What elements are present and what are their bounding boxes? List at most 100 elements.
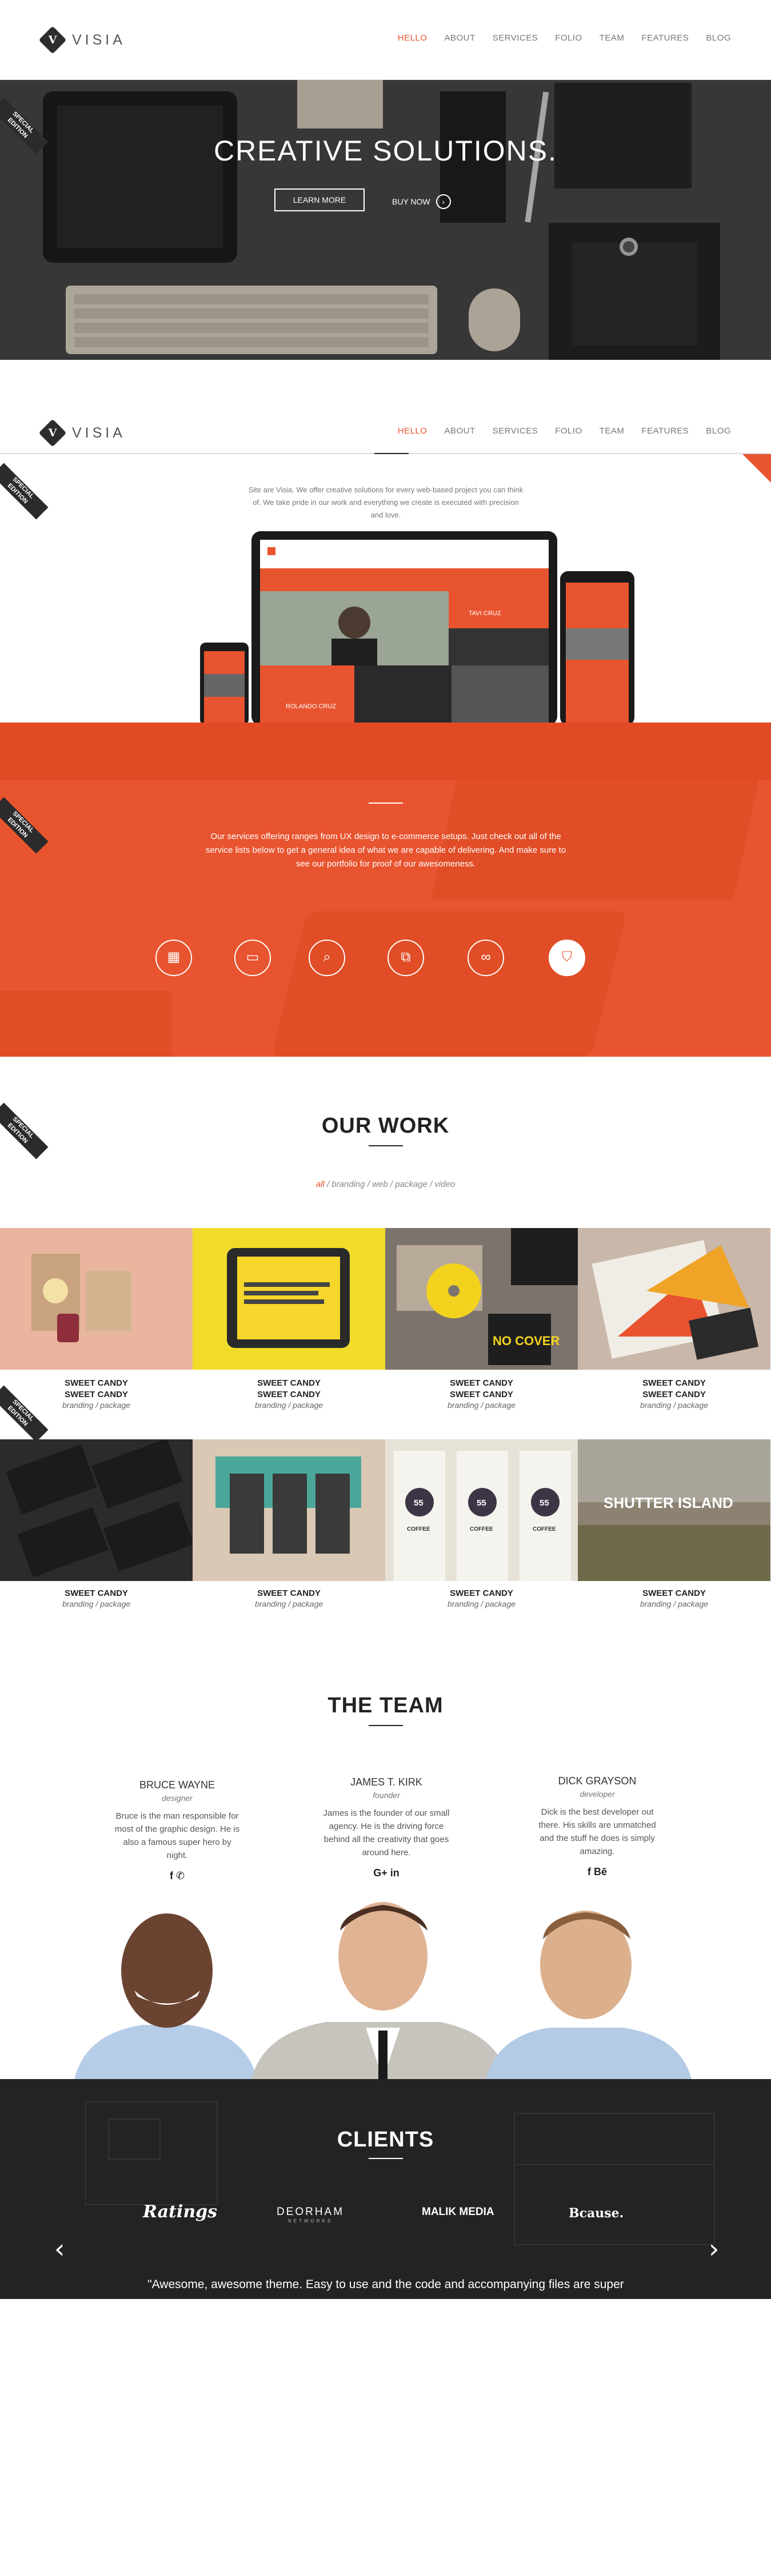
member-bio: James is the founder of our small agency…: [323, 1808, 450, 1857]
main-menu-sticky: HELLO ABOUT SERVICES FOLIO TEAM FEATURES…: [398, 426, 731, 436]
browser-icon[interactable]: ▭: [234, 940, 271, 976]
portfolio-tile[interactable]: [0, 1228, 193, 1370]
nav-about[interactable]: ABOUT: [444, 33, 475, 43]
team-member: DICK GRAYSON developer Dick is the best …: [532, 1775, 663, 1878]
learn-more-button[interactable]: LEARN MORE: [274, 188, 365, 211]
responsive-devices-image: TAVI CRUZ ROLANDO CRUZ: [200, 531, 634, 725]
nav-hello[interactable]: HELLO: [398, 426, 428, 436]
sticky-navbar: V VISIA HELLO ABOUT SERVICES FOLIO TEAM …: [0, 400, 771, 455]
svg-text:COFFEE: COFFEE: [470, 1526, 493, 1532]
nav-services[interactable]: SERVICES: [493, 426, 538, 436]
section-rule: [369, 2158, 403, 2159]
brand-logo[interactable]: V VISIA: [38, 26, 126, 54]
member-name: JAMES T. KIRK: [350, 1776, 422, 1788]
promo-label: TAVI CRUZ: [469, 610, 501, 617]
tile-caption: SWEET CANDY SWEET CANDY branding / package: [447, 1378, 516, 1410]
shield-icon[interactable]: ⛉: [549, 940, 585, 976]
team-member: JAMES T. KIRK founder James is the found…: [321, 1776, 452, 1879]
prev-arrow-icon[interactable]: ‹: [54, 2233, 65, 2264]
filter-video[interactable]: video: [434, 1179, 455, 1189]
services-background-image: [0, 723, 771, 1057]
nav-team[interactable]: TEAM: [600, 426, 625, 436]
nav-hello[interactable]: HELLO: [398, 33, 428, 43]
nav-team[interactable]: TEAM: [600, 33, 625, 43]
caption-label: ROLANDO CRUZ: [286, 703, 336, 710]
tile-caption: SWEET CANDY branding / package: [254, 1588, 323, 1608]
tile-caption: SWEET CANDY branding / package: [640, 1588, 709, 1608]
nav-features[interactable]: FEATURES: [641, 33, 689, 43]
section-rule: [369, 803, 403, 804]
nav-blog[interactable]: BLOG: [706, 426, 731, 436]
filter-all[interactable]: all: [316, 1179, 325, 1189]
svg-text:COFFEE: COFFEE: [407, 1526, 430, 1532]
filter-web[interactable]: web: [372, 1179, 388, 1189]
svg-text:SHUTTER ISLAND: SHUTTER ISLAND: [604, 1494, 733, 1511]
tile-caption: SWEET CANDY branding / package: [62, 1588, 131, 1608]
portfolio-tile[interactable]: [578, 1228, 770, 1370]
filter-branding[interactable]: branding: [331, 1179, 365, 1189]
windows-icon[interactable]: ⧉: [388, 940, 424, 976]
svg-text:55: 55: [477, 1498, 486, 1508]
corner-ribbon: [742, 454, 771, 483]
tile-caption: SWEET CANDY SWEET CANDY branding / package: [640, 1378, 709, 1410]
special-edition-badge: SPECIAL EDITION: [0, 463, 49, 520]
hero-desk-image: [0, 80, 771, 360]
nav-services[interactable]: SERVICES: [493, 33, 538, 43]
next-arrow-icon[interactable]: ›: [709, 2233, 719, 2264]
tile-caption: SWEET CANDY SWEET CANDY branding / package: [254, 1378, 323, 1410]
client-logo-deorham[interactable]: DEORHAM NETWORKS: [273, 2206, 347, 2224]
team-member: BRUCE WAYNE designer Bruce is the man re…: [111, 1779, 243, 1882]
svg-text:COFFEE: COFFEE: [533, 1526, 556, 1532]
tile-caption: SWEET CANDY branding / package: [447, 1588, 516, 1608]
section-rule: [369, 1725, 403, 1726]
hero-section: SPECIAL EDITION CREATIVE SOLUTIONS. LEARN…: [0, 80, 771, 360]
social-icons[interactable]: f ✆: [111, 1870, 243, 1882]
about-section: SPECIAL EDITION Site are Visia. We offer …: [0, 454, 771, 725]
member-name: BRUCE WAYNE: [139, 1779, 215, 1791]
logo-diamond-icon: V: [38, 26, 67, 54]
nav-about[interactable]: ABOUT: [444, 426, 475, 436]
nav-features[interactable]: FEATURES: [641, 426, 689, 436]
portfolio-tile[interactable]: [193, 1439, 385, 1581]
portfolio-tile[interactable]: [193, 1228, 385, 1370]
clients-background-image: [0, 2079, 771, 2299]
services-section: SPECIAL EDITION Our services offering ran…: [0, 723, 771, 1057]
svg-text:NO COVER: NO COVER: [493, 1334, 560, 1348]
client-logo-bcause[interactable]: Bcause.: [569, 2206, 624, 2221]
client-logo-ratings[interactable]: Ratings: [143, 2202, 217, 2222]
team-photo: [74, 1902, 692, 2079]
nav-folio[interactable]: FOLIO: [555, 33, 582, 43]
portfolio-tile[interactable]: SHUTTER ISLAND: [578, 1439, 770, 1581]
services-lead: Our services offering ranges from UX des…: [205, 832, 566, 869]
social-icons[interactable]: f Bē: [532, 1866, 663, 1878]
team-title: THE TEAM: [327, 1694, 444, 1718]
nav-folio[interactable]: FOLIO: [555, 426, 582, 436]
member-name: DICK GRAYSON: [558, 1775, 637, 1787]
portfolio-tile[interactable]: NO COVER: [385, 1228, 578, 1370]
member-bio: Bruce is the man responsible for most of…: [114, 1811, 240, 1860]
social-icons[interactable]: G+ in: [321, 1867, 452, 1879]
portfolio-tile[interactable]: 55 55 55 COFFEE COFFEE COFFEE: [385, 1439, 578, 1581]
brand-logo-sticky[interactable]: V VISIA: [38, 419, 126, 447]
tile-caption: SWEET CANDY SWEET CANDY branding / package: [62, 1378, 131, 1410]
work-title: OUR WORK: [321, 1114, 450, 1138]
glasses-icon[interactable]: ∞: [468, 940, 504, 976]
buy-now-button[interactable]: BUY NOW ›: [392, 194, 451, 209]
arrow-right-icon: ›: [436, 194, 451, 209]
portfolio-tile[interactable]: [0, 1439, 193, 1581]
section-rule: [369, 1145, 403, 1146]
clients-title: CLIENTS: [337, 2128, 434, 2152]
member-role: designer: [162, 1793, 193, 1803]
client-logo-malik-media[interactable]: MALIK MEDIA: [422, 2206, 494, 2218]
work-filters: all / branding / web / package / video: [315, 1179, 456, 1189]
member-role: founder: [373, 1791, 400, 1800]
clients-section: CLIENTS Ratings DEORHAM NETWORKS MALIK M…: [0, 2079, 771, 2299]
logo-diamond-icon: V: [38, 419, 67, 447]
grid-icon[interactable]: ▦: [155, 940, 192, 976]
member-role: developer: [580, 1789, 615, 1799]
about-intro: Site are Visia. We offer creative soluti…: [248, 485, 524, 519]
nav-blog[interactable]: BLOG: [706, 33, 731, 43]
search-icon[interactable]: ⌕: [309, 940, 345, 976]
svg-text:55: 55: [414, 1498, 424, 1508]
filter-package[interactable]: package: [395, 1179, 428, 1189]
